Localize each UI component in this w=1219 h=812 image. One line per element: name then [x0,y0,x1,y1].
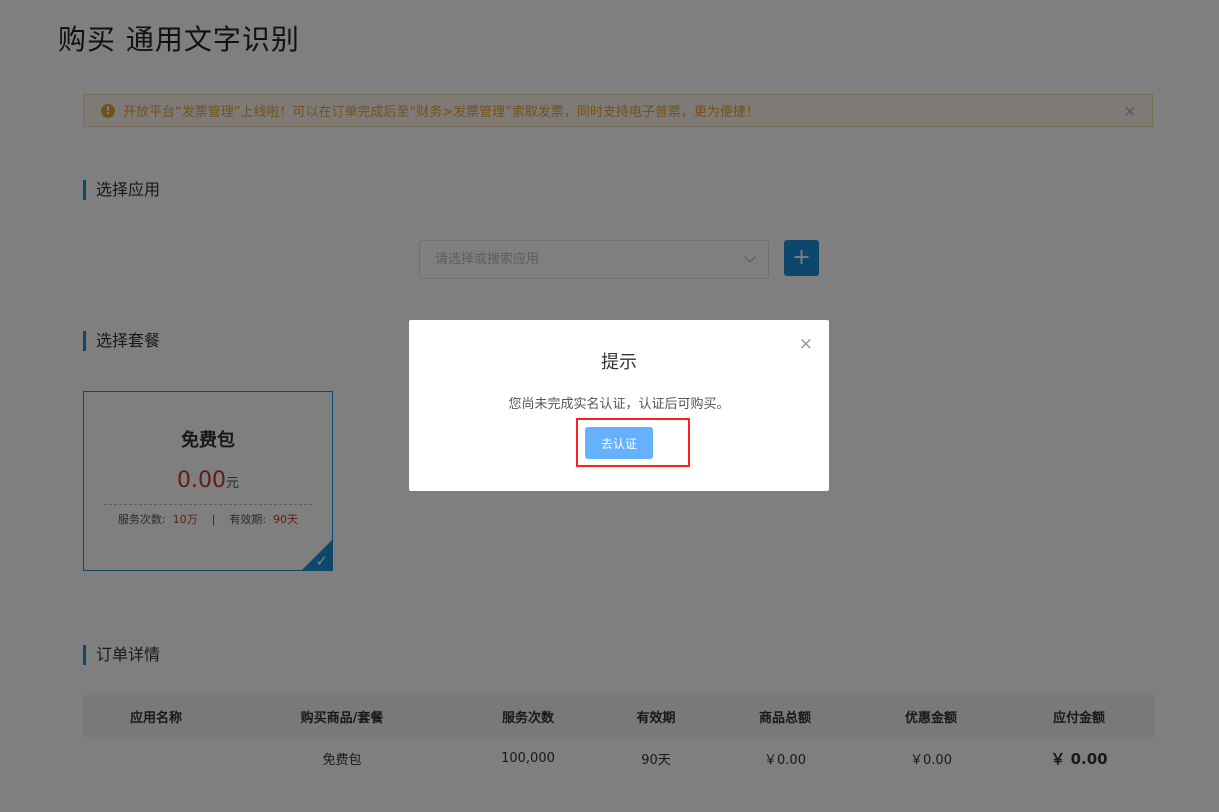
dialog-message: 您尚未完成实名认证，认证后可购买。 [508,397,730,412]
dialog-close-icon[interactable]: × [799,334,813,354]
dialog-title: 提示 [601,352,637,373]
highlight-box [576,418,690,467]
